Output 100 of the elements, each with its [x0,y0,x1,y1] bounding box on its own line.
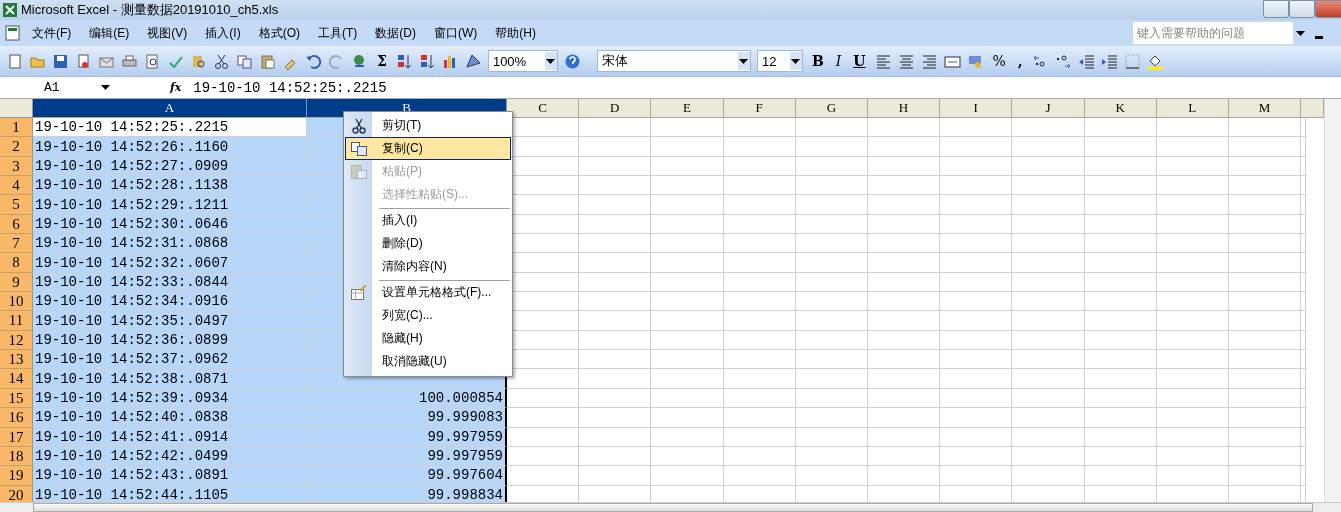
sort-ascending-icon[interactable] [395,52,413,70]
vertical-scrollbar[interactable] [1324,99,1341,502]
table-cell: 19-10-10 14:52:27:.0909 [33,156,307,177]
excel-icon [3,3,17,17]
table-cell: 19-10-10 14:52:28:.1138 [33,176,307,196]
column-header[interactable]: A [33,99,307,118]
borders-icon[interactable] [1123,52,1141,70]
undo-icon[interactable] [305,52,322,70]
menu-item[interactable]: 文件(F) [24,22,80,44]
autosum-button[interactable]: Σ [374,53,390,69]
table-cell: 19-10-10 14:52:43:.0891 [33,466,307,486]
table-cell: 19-10-10 14:52:36:.0899 [33,330,307,351]
comma-style-button[interactable]: , [1014,53,1026,69]
increase-indent-icon[interactable] [1100,52,1118,70]
table-cell: 19-10-10 14:52:31:.0868 [33,234,307,254]
horizontal-scrollbar[interactable] [33,503,1313,512]
menu-item[interactable]: 插入(I) [197,22,249,44]
table-cell: 19-10-10 14:52:32:.0607 [33,253,307,273]
paste-icon[interactable] [259,52,276,70]
menu-item[interactable]: 编辑(E) [81,22,138,44]
font-style-button[interactable]: B [808,53,827,69]
row-header[interactable]: 8 [0,253,33,273]
column-header[interactable]: H [867,99,941,118]
context-menu-item[interactable]: 清除内容(N) [345,255,511,278]
row-header[interactable]: 11 [0,311,33,331]
restore-button[interactable] [1289,0,1315,18]
row-header[interactable]: 19 [0,466,33,486]
context-menu-item[interactable]: 复制(C) [345,137,511,160]
context-menu-item[interactable]: 列宽(C)... [345,304,511,327]
column-header[interactable]: K [1084,99,1157,118]
context-menu-item[interactable]: 隐藏(H) [345,327,511,350]
align-left-icon[interactable] [874,52,892,70]
caret-icon[interactable] [1296,30,1305,36]
column-header[interactable]: I [940,99,1013,118]
table-cell: 99.997959 [307,446,507,467]
print-icon[interactable] [121,52,138,70]
percent-style-button[interactable]: % [989,53,1009,69]
minimize-button[interactable] [1263,0,1289,18]
insert-function-button[interactable]: fx [170,81,182,94]
column-header[interactable]: E [651,99,724,118]
table-cell: 19-10-10 14:52:29:.1211 [33,195,307,215]
sort-descending-icon[interactable] [418,52,436,70]
menu-item[interactable]: 视图(V) [139,22,196,44]
decrease-indent-icon[interactable] [1077,52,1095,70]
row-header[interactable]: 13 [0,350,33,370]
caret-icon[interactable] [546,58,556,64]
column-header[interactable]: M [1228,99,1302,118]
row-header[interactable]: 10 [0,292,33,312]
align-right-icon[interactable] [920,52,938,70]
scissors-icon [352,117,366,134]
font-style-button[interactable]: U [850,53,869,69]
zoom-dropdown[interactable]: 100% [487,50,558,72]
caret-icon[interactable] [101,85,110,90]
help-icon[interactable] [563,52,581,70]
workbook-icon[interactable] [4,24,22,42]
column-header[interactable]: J [1012,99,1085,118]
font-size-dropdown[interactable]: 12 [756,50,803,72]
menu-item[interactable]: 数据(D) [367,22,424,44]
scissors-icon[interactable] [213,52,230,70]
window-title: Microsoft Excel - 测量数据20191010_ch5.xls [21,1,279,19]
table-cell: 19-10-10 14:52:30:.0646 [33,214,307,235]
column-header[interactable]: F [723,99,796,118]
formula-field[interactable]: 19-10-10 14:52:25:.2215 [193,79,387,96]
row-header[interactable]: 7 [0,234,33,254]
row-header[interactable]: 16 [0,408,33,428]
new-document-icon[interactable] [6,52,23,70]
column-header[interactable]: L [1156,99,1229,118]
context-menu-item[interactable]: 取消隐藏(U) [345,350,511,373]
row-header[interactable]: 1 [0,118,33,138]
row-header[interactable]: 14 [0,369,33,389]
table-cell: 99.997604 [307,466,507,486]
menu-item[interactable]: 窗口(W) [426,22,486,44]
copy-icon[interactable] [236,52,253,70]
menu-item[interactable]: 工具(T) [310,22,366,44]
row-header[interactable]: 4 [0,176,33,196]
column-header[interactable]: C [507,99,580,118]
align-center-icon[interactable] [897,52,915,70]
decrease-decimal-icon[interactable] [1054,52,1072,70]
menu-item[interactable]: 帮助(H) [487,22,544,44]
save-icon[interactable] [52,52,69,70]
table-cell: 19-10-10 14:52:33:.0844 [33,272,307,293]
font-dropdown[interactable]: 宋体 [596,50,751,72]
permission-icon[interactable] [75,52,92,70]
row-header[interactable]: 5 [0,195,33,215]
caret-icon[interactable] [739,58,749,64]
minimize-icon[interactable] [1315,35,1323,39]
table-cell: 19-10-10 14:52:38:.0871 [33,369,307,389]
caret-icon[interactable] [791,58,801,64]
menu-item[interactable]: 格式(O) [250,22,308,44]
table-cell: 19-10-10 14:52:41:.0914 [33,427,307,447]
help-search-field[interactable]: 键入需要帮助的问题 [1133,22,1293,44]
row-header[interactable]: 2 [0,137,33,157]
column-header[interactable]: D [579,99,652,118]
context-menu-item[interactable]: 删除(D) [345,232,511,255]
table-cell: 100.000854 [307,388,507,409]
print-preview-icon[interactable] [144,52,161,70]
font-style-button[interactable]: I [832,53,845,69]
table-cell: 19-10-10 14:52:37:.0962 [33,350,307,370]
table-cell: 99.999083 [307,408,507,428]
column-header[interactable]: G [795,99,868,118]
